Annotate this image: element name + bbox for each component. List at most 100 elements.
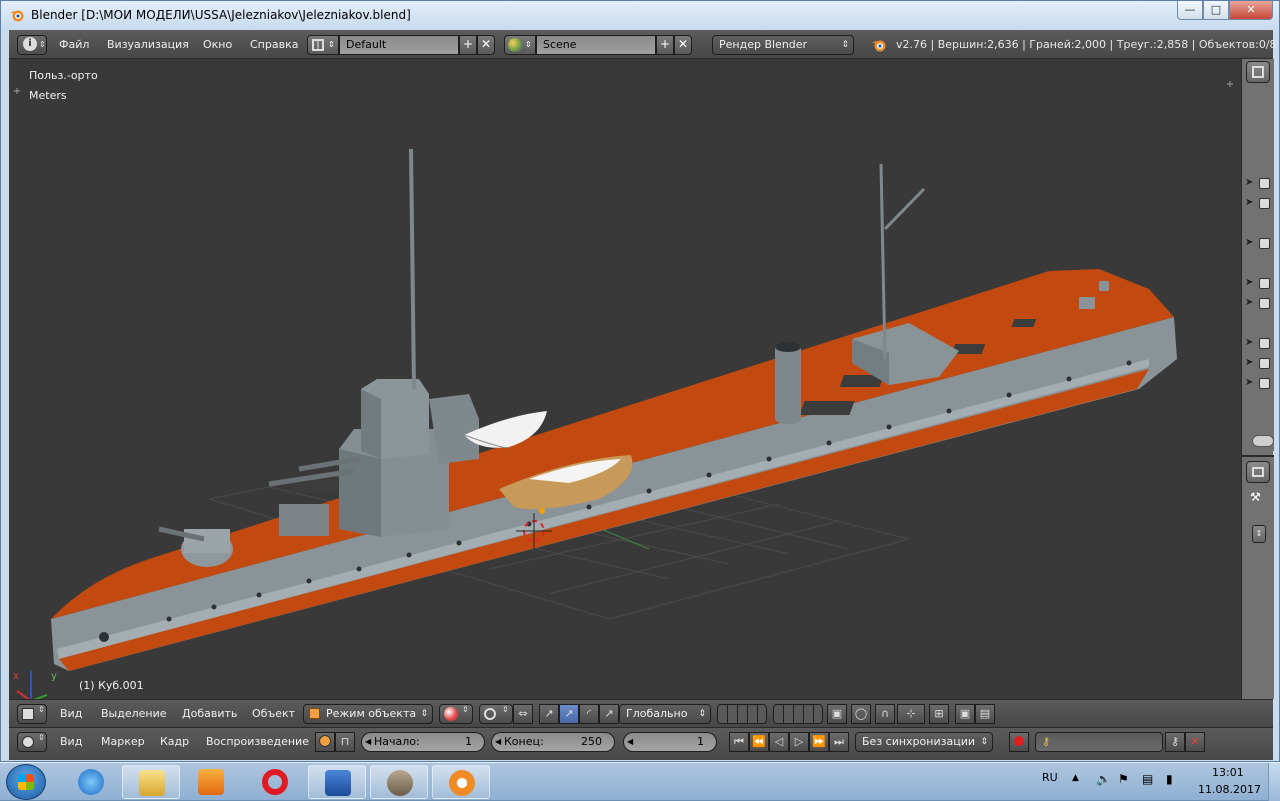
outliner-row-5[interactable]: ➤ bbox=[1242, 297, 1274, 311]
properties-panel[interactable]: ⚒ ⇕ bbox=[1242, 455, 1274, 699]
wrench-icon[interactable]: ⚒ bbox=[1250, 490, 1261, 504]
properties-editor-type-button[interactable] bbox=[1246, 461, 1270, 483]
taskbar-ie[interactable] bbox=[62, 765, 120, 799]
menu-help[interactable]: Справка bbox=[250, 38, 298, 51]
viewport-shading-button[interactable]: ⇕ bbox=[439, 704, 473, 724]
auto-keying-button[interactable] bbox=[1009, 732, 1029, 752]
clock-time[interactable]: 13:01 bbox=[1212, 766, 1244, 779]
outliner-row-3[interactable]: ➤ bbox=[1242, 237, 1274, 251]
menu-timeline-view[interactable]: Вид bbox=[60, 735, 82, 748]
menu-window[interactable]: Окно bbox=[203, 38, 232, 51]
scale-manipulator-button[interactable]: ◜ bbox=[579, 704, 599, 724]
close-button[interactable]: ✕ bbox=[1229, 1, 1273, 20]
chevron-updown-icon: ⇕ bbox=[39, 40, 46, 49]
outliner-row-6[interactable]: ➤ bbox=[1242, 337, 1274, 351]
lock-layers-button[interactable]: ▣ bbox=[827, 704, 847, 724]
taskbar-media-player[interactable] bbox=[182, 765, 240, 799]
menu-render[interactable]: Визуализация bbox=[107, 38, 189, 51]
menu-file[interactable]: Файл bbox=[59, 38, 89, 51]
current-frame-field[interactable]: ◀ 1 bbox=[623, 732, 717, 752]
rotate-manipulator-button[interactable]: ↗ bbox=[559, 704, 579, 724]
layer-buttons-group-2[interactable] bbox=[773, 704, 823, 724]
menu-select[interactable]: Выделение bbox=[101, 707, 167, 720]
layer-buttons-group-1[interactable] bbox=[717, 704, 767, 724]
frame-start-field[interactable]: ◀ Начало: 1 bbox=[361, 732, 485, 752]
taskbar-explorer[interactable] bbox=[122, 765, 180, 799]
language-indicator[interactable]: RU bbox=[1042, 771, 1058, 784]
delete-keyframe-button[interactable]: ✕ bbox=[1185, 732, 1205, 752]
frame-end-field[interactable]: ◀ Конец: 250 bbox=[491, 732, 615, 752]
lock-range-button[interactable]: ⊓ bbox=[335, 732, 355, 752]
outliner-row-2[interactable]: ➤ bbox=[1242, 197, 1274, 211]
add-scene-button[interactable]: + bbox=[656, 35, 674, 55]
jump-keyframe-back-button[interactable]: ⏪ bbox=[749, 732, 769, 752]
menu-frame[interactable]: Кадр bbox=[160, 735, 189, 748]
maximize-button[interactable]: □ bbox=[1203, 1, 1229, 20]
render-engine-select[interactable]: Рендер Blender ⇕ bbox=[712, 35, 854, 55]
taskbar-gimp[interactable] bbox=[370, 765, 428, 799]
keying-set-field[interactable]: ⚷ bbox=[1035, 732, 1163, 752]
manipulator-extra-button[interactable]: ↗ bbox=[599, 704, 619, 724]
editor-type-3dview-button[interactable]: ⇕ bbox=[17, 704, 47, 724]
menu-view[interactable]: Вид bbox=[60, 707, 82, 720]
jump-start-button[interactable]: ⏮ bbox=[729, 732, 749, 752]
play-reverse-button[interactable]: ◁ bbox=[769, 732, 789, 752]
proportional-edit-button[interactable]: ◯ bbox=[851, 704, 871, 724]
pivot-point-button[interactable]: ⇕ bbox=[479, 704, 513, 724]
play-button[interactable]: ▷ bbox=[789, 732, 809, 752]
editor-type-info-button[interactable]: i ⇕ bbox=[17, 35, 47, 55]
outliner-panel[interactable]: ➤ ➤ ➤ ➤ ➤ ➤ ➤ ➤ bbox=[1242, 59, 1274, 451]
taskbar-blender[interactable] bbox=[432, 765, 490, 799]
clock-date[interactable]: 11.08.2017 bbox=[1198, 783, 1261, 796]
jump-end-button[interactable]: ⏭ bbox=[829, 732, 849, 752]
cube-icon bbox=[22, 708, 34, 720]
outliner-row-1[interactable]: ➤ bbox=[1242, 177, 1274, 191]
translate-arrow-icon: ↗ bbox=[544, 707, 554, 720]
outliner-editor-type-button[interactable] bbox=[1246, 61, 1270, 83]
screen-layout-icon-button[interactable]: ⇕ bbox=[307, 35, 339, 55]
menu-add[interactable]: Добавить bbox=[182, 707, 237, 720]
3d-viewport[interactable]: Польз.-орто Meters + + x y (1) Куб.001 bbox=[9, 59, 1241, 699]
scene-icon-button[interactable]: ⇕ bbox=[504, 35, 536, 55]
start-button[interactable] bbox=[6, 764, 46, 800]
volume-icon[interactable]: 🔈 bbox=[1096, 772, 1111, 786]
sync-mode-select[interactable]: Без синхронизации ⇕ bbox=[855, 732, 993, 752]
taskbar-word[interactable] bbox=[308, 765, 366, 799]
menu-object[interactable]: Объект bbox=[252, 707, 295, 720]
opengl-render-button[interactable]: ▣ bbox=[955, 704, 975, 724]
sync-mode-label: Без синхронизации bbox=[862, 735, 975, 748]
show-hidden-icons-icon[interactable]: ▲ bbox=[1072, 773, 1079, 783]
snap-target-button[interactable]: ⊞ bbox=[929, 704, 949, 724]
remove-screen-button[interactable]: ✕ bbox=[477, 35, 495, 55]
taskbar-opera[interactable] bbox=[246, 765, 304, 799]
manipulator-toggle-button[interactable]: ⇔ bbox=[513, 704, 533, 724]
transform-orientation-select[interactable]: Глобально ⇕ bbox=[619, 704, 711, 724]
add-screen-button[interactable]: + bbox=[459, 35, 477, 55]
outliner-row-4[interactable]: ➤ bbox=[1242, 277, 1274, 291]
insert-keyframe-button[interactable]: ⚷ bbox=[1165, 732, 1185, 752]
signal-icon[interactable]: ▮ bbox=[1166, 772, 1173, 786]
use-preview-range-button[interactable] bbox=[315, 732, 335, 752]
interaction-mode-select[interactable]: Режим объекта ⇕ bbox=[303, 704, 433, 724]
title-bar[interactable]: Blender [D:\МОИ МОДЕЛИ\USSA\Jelezniakov\… bbox=[1, 1, 1279, 29]
show-desktop-button[interactable] bbox=[1268, 763, 1280, 801]
snap-element-button[interactable]: ⊹ bbox=[897, 704, 925, 724]
translate-manipulator-button[interactable]: ↗ bbox=[539, 704, 559, 724]
scene-field[interactable]: Scene bbox=[536, 35, 656, 55]
menu-playback[interactable]: Воспроизведение bbox=[206, 735, 309, 748]
editor-type-timeline-button[interactable]: ⇕ bbox=[17, 732, 47, 752]
action-center-flag-icon[interactable]: ⚑ bbox=[1118, 772, 1129, 786]
menu-marker[interactable]: Маркер bbox=[101, 735, 145, 748]
remove-scene-button[interactable]: ✕ bbox=[674, 35, 692, 55]
outliner-row-7[interactable]: ➤ bbox=[1242, 357, 1274, 371]
minimize-button[interactable]: — bbox=[1177, 1, 1203, 20]
properties-scroll-button[interactable]: ⇕ bbox=[1252, 525, 1266, 543]
jump-keyframe-forward-button[interactable]: ⏩ bbox=[809, 732, 829, 752]
outliner-row-8[interactable]: ➤ bbox=[1242, 377, 1274, 391]
frame-end-value: 250 bbox=[581, 735, 602, 748]
outliner-scrollbar[interactable] bbox=[1252, 435, 1274, 447]
network-icon[interactable]: ▤ bbox=[1142, 772, 1153, 786]
screen-layout-field[interactable]: Default bbox=[339, 35, 459, 55]
snap-toggle-button[interactable]: ∩ bbox=[875, 704, 895, 724]
opengl-anim-button[interactable]: ▤ bbox=[975, 704, 995, 724]
